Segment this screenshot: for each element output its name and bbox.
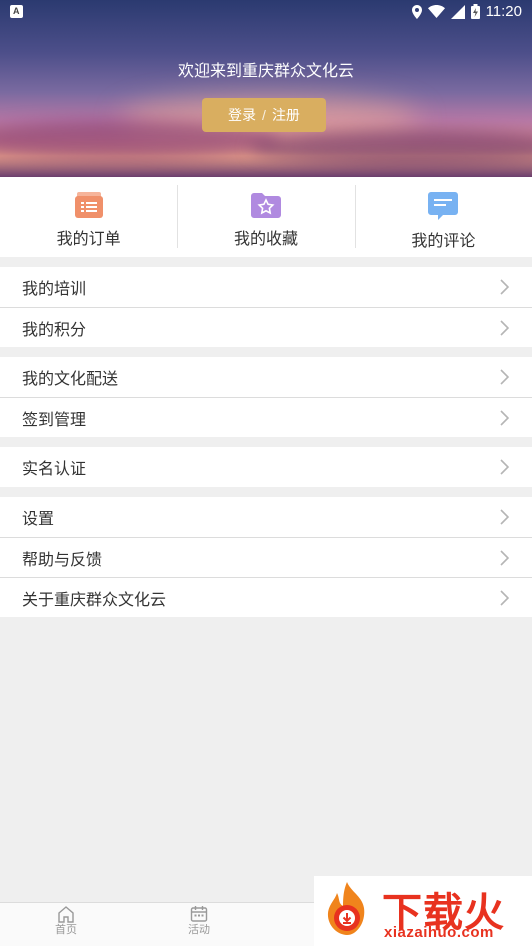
login-separator: / [262, 107, 266, 123]
chevron-right-icon [500, 459, 510, 475]
battery-icon [470, 4, 480, 19]
menu-item-culture-delivery[interactable]: 我的文化配送 [0, 357, 532, 397]
menu-item-about[interactable]: 关于重庆群众文化云 [0, 577, 532, 617]
menu-item-settings[interactable]: 设置 [0, 497, 532, 537]
menu-group-settings: 设置 帮助与反馈 关于重庆群众文化云 [0, 497, 532, 617]
location-icon [411, 4, 422, 19]
menu-group-verification: 实名认证 [0, 447, 532, 487]
comment-icon [428, 192, 459, 220]
tab-activities-label: 活动 [188, 924, 210, 936]
menu-item-my-training[interactable]: 我的培训 [0, 267, 532, 307]
menu-item-my-points[interactable]: 我的积分 [0, 307, 532, 347]
menu-group-account: 我的培训 我的积分 [0, 267, 532, 347]
header-banner [0, 0, 532, 177]
my-comments-label: 我的评论 [411, 233, 476, 250]
menu-item-label: 帮助与反馈 [22, 551, 103, 569]
menu-item-label: 设置 [22, 511, 55, 528]
menu-item-real-name-verification[interactable]: 实名认证 [0, 447, 532, 487]
login-register-button[interactable]: 登录 / 注册 [202, 98, 326, 132]
menu-item-label: 实名认证 [22, 461, 87, 478]
menu-group-culture: 我的文化配送 签到管理 [0, 357, 532, 437]
chevron-right-icon [500, 509, 510, 525]
order-icon [74, 192, 103, 218]
tab-home[interactable]: 首页 [33, 903, 99, 936]
menu-item-label: 签到管理 [22, 411, 87, 429]
tab-home-label: 首页 [55, 924, 77, 936]
chevron-right-icon [500, 279, 510, 295]
flame-logo-icon [327, 882, 365, 935]
chevron-right-icon [500, 590, 510, 606]
my-favorites-button[interactable]: 我的收藏 [177, 177, 354, 257]
welcome-text: 欢迎来到重庆群众文化云 [177, 63, 354, 80]
chevron-right-icon [500, 320, 510, 336]
my-favorites-label: 我的收藏 [233, 231, 298, 248]
login-label: 登录 [228, 107, 257, 123]
chevron-right-icon [500, 410, 510, 426]
my-comments-button[interactable]: 我的评论 [354, 177, 532, 257]
chevron-right-icon [500, 369, 510, 385]
menu-item-checkin-management[interactable]: 签到管理 [0, 397, 532, 437]
wifi-icon [427, 5, 445, 18]
chevron-right-icon [500, 550, 510, 566]
menu-item-label: 关于重庆群众文化云 [22, 591, 167, 609]
home-icon [58, 906, 74, 923]
favorite-folder-icon [250, 193, 281, 218]
calendar-icon [190, 906, 208, 922]
watermark: 下载火 xiazaihuo.com [314, 876, 532, 946]
status-bar: A 11:20 [0, 0, 532, 24]
signal-icon [450, 4, 465, 19]
menu-item-label: 我的积分 [22, 321, 87, 339]
status-time: 11:20 [485, 3, 522, 20]
menu-item-label: 我的文化配送 [22, 371, 119, 388]
watermark-url: xiazaihuo.com [384, 924, 494, 941]
quick-actions: 我的订单 我的收藏 我的评论 [0, 177, 532, 257]
menu-item-help-feedback[interactable]: 帮助与反馈 [0, 537, 532, 577]
register-label: 注册 [271, 107, 300, 123]
my-orders-label: 我的订单 [56, 231, 121, 248]
tab-activities[interactable]: 活动 [166, 903, 232, 936]
menu-item-label: 我的培训 [22, 281, 87, 298]
my-orders-button[interactable]: 我的订单 [0, 177, 177, 257]
notification-icon: A [10, 5, 23, 18]
